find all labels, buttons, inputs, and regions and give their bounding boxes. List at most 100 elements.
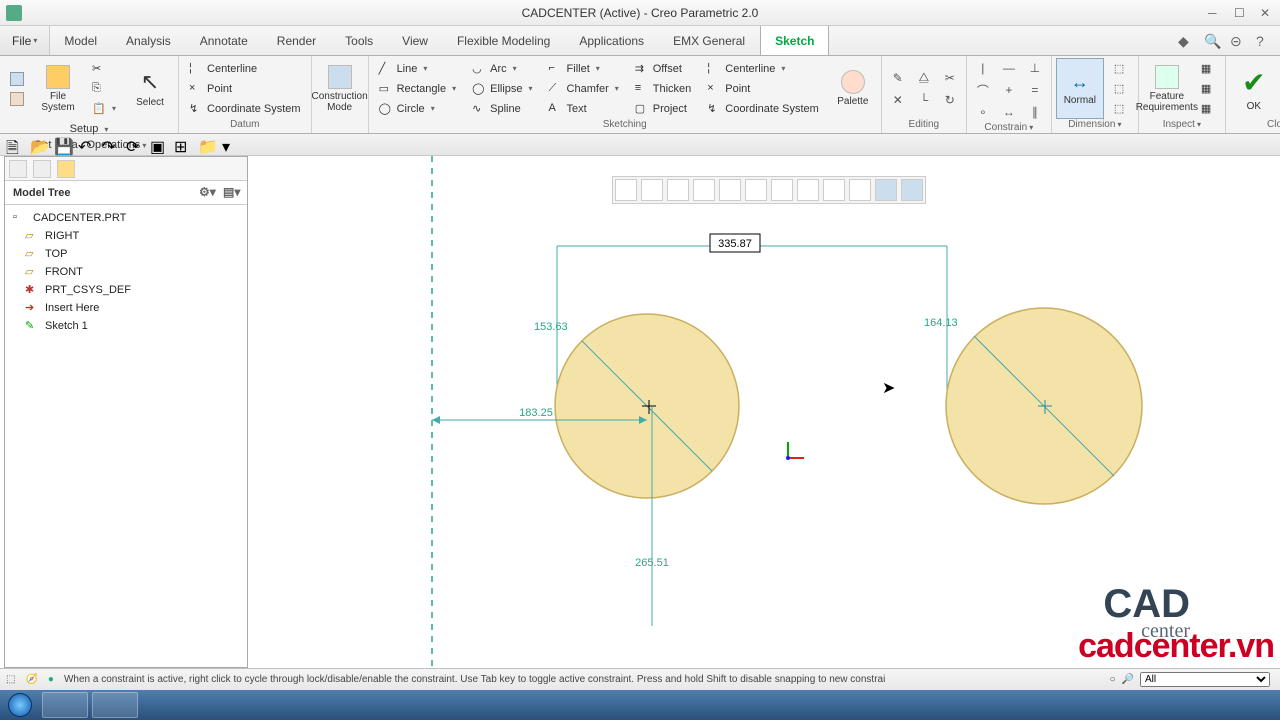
- arc-tool[interactable]: ◡Arc: [466, 59, 538, 79]
- paste-button[interactable]: 📋: [86, 99, 122, 119]
- sketch-point-tool[interactable]: ×Point: [701, 79, 825, 99]
- thicken-tool[interactable]: ≡Thicken: [629, 79, 698, 99]
- folder-icon[interactable]: 📁: [198, 137, 214, 153]
- repaint-icon[interactable]: [693, 179, 715, 201]
- file-system-button[interactable]: File System: [34, 58, 82, 119]
- task-creo[interactable]: [92, 692, 138, 718]
- tab-applications[interactable]: Applications: [565, 26, 659, 55]
- tab-flexible-modeling[interactable]: Flexible Modeling: [443, 26, 565, 55]
- tab-model[interactable]: Model: [50, 26, 112, 55]
- sketch-coord-tool[interactable]: ↯Coordinate System: [701, 99, 825, 119]
- chamfer-tool[interactable]: ⟋Chamfer: [543, 79, 625, 99]
- search-icon[interactable]: 🔍: [1204, 33, 1220, 49]
- tree-display-icon[interactable]: ▤▾: [223, 185, 239, 201]
- spline-tool[interactable]: ∿Spline: [466, 99, 538, 119]
- symmetric-constraint[interactable]: ↔: [997, 102, 1021, 122]
- tree-item-front[interactable]: ▱FRONT: [11, 263, 241, 281]
- zoom-fit-icon[interactable]: [615, 179, 637, 201]
- zoom-out-icon[interactable]: [667, 179, 689, 201]
- tree-item-insert[interactable]: ➔Insert Here: [11, 299, 241, 317]
- close-button[interactable]: ✕: [1260, 6, 1274, 20]
- dimension-label[interactable]: Dimension: [1056, 119, 1134, 133]
- vertical-constraint[interactable]: |: [971, 58, 995, 78]
- divide-tool[interactable]: ✂: [938, 68, 962, 88]
- overlap-tool[interactable]: ▦: [1195, 59, 1221, 79]
- tab-analysis[interactable]: Analysis: [112, 26, 186, 55]
- status-find-icon[interactable]: 🔎: [1122, 674, 1134, 685]
- parallel-constraint[interactable]: ∥: [1023, 102, 1047, 122]
- regen-icon[interactable]: ⟳: [126, 137, 142, 153]
- tab-tools[interactable]: Tools: [331, 26, 388, 55]
- ellipse-tool[interactable]: ◯Ellipse: [466, 79, 538, 99]
- tree-root[interactable]: ▫CADCENTER.PRT: [11, 209, 241, 227]
- tree-fav-icon[interactable]: [57, 160, 75, 178]
- help-icon[interactable]: ?: [1256, 33, 1272, 49]
- tab-view[interactable]: View: [388, 26, 443, 55]
- coincident-constraint[interactable]: ∘: [971, 102, 995, 122]
- text-tool[interactable]: AText: [543, 99, 625, 119]
- undo-icon[interactable]: ↶: [78, 137, 94, 153]
- zoom-in-icon[interactable]: [641, 179, 663, 201]
- tab-render[interactable]: Render: [263, 26, 331, 55]
- project-tool[interactable]: ▢Project: [629, 99, 698, 119]
- corner-tool[interactable]: └: [912, 90, 936, 110]
- rectangle-tool[interactable]: ▭Rectangle: [373, 79, 463, 99]
- shade-tool[interactable]: ▦: [1195, 99, 1221, 119]
- normal-dim-button[interactable]: ↔ Normal: [1056, 58, 1104, 119]
- grid-button[interactable]: [4, 69, 30, 89]
- perimeter-dim[interactable]: ⬚: [1108, 59, 1134, 79]
- tree-item-sketch1[interactable]: ✎Sketch 1: [11, 317, 241, 335]
- mirror-tool[interactable]: ⧋: [912, 68, 936, 88]
- tree-show-icon[interactable]: [9, 160, 27, 178]
- construction-mode-button[interactable]: Construction Mode: [316, 58, 364, 119]
- fillet-tool[interactable]: ⌐Fillet: [543, 59, 625, 79]
- open-icon[interactable]: 📂: [30, 137, 46, 153]
- palette-button[interactable]: Palette: [829, 58, 877, 119]
- maximize-button[interactable]: ☐: [1234, 6, 1248, 20]
- select-button[interactable]: ↖ Select: [126, 58, 174, 119]
- datum-centerline-button[interactable]: ¦Centerline: [183, 59, 307, 79]
- feature-req-button[interactable]: Feature Requirements: [1143, 58, 1191, 119]
- sketch-centerline-tool[interactable]: ¦Centerline: [701, 59, 825, 79]
- selection-filter[interactable]: All: [1140, 672, 1270, 687]
- start-button[interactable]: [0, 690, 40, 720]
- datum-coord-button[interactable]: ↯Coordinate System: [183, 99, 307, 119]
- constrain-label[interactable]: Constrain: [971, 122, 1047, 133]
- tangent-constraint[interactable]: ⌒: [971, 80, 995, 100]
- ref-dim[interactable]: ⬚: [1108, 99, 1134, 119]
- tree-settings-icon[interactable]: ⚙▾: [199, 185, 215, 201]
- redo-icon[interactable]: ↷: [102, 137, 118, 153]
- more-icon[interactable]: ▾: [222, 137, 238, 153]
- line-tool[interactable]: ╱Line: [373, 59, 463, 79]
- tree-layers-icon[interactable]: [33, 160, 51, 178]
- tree-item-csys[interactable]: ✱PRT_CSYS_DEF: [11, 281, 241, 299]
- sketcher-disp2-icon[interactable]: [901, 179, 923, 201]
- baseline-dim[interactable]: ⬚: [1108, 79, 1134, 99]
- highlight-tool[interactable]: ▦: [1195, 79, 1221, 99]
- ok-button[interactable]: ✔ OK: [1230, 58, 1278, 119]
- saved-views-icon[interactable]: [745, 179, 767, 201]
- display-style-icon[interactable]: [719, 179, 741, 201]
- windows-icon[interactable]: ▣: [150, 137, 166, 153]
- view-mgr-icon[interactable]: [771, 179, 793, 201]
- rotate-tool[interactable]: ↻: [938, 90, 962, 110]
- tab-emx-general[interactable]: EMX General: [659, 26, 760, 55]
- options-icon[interactable]: ⊝: [1230, 33, 1246, 49]
- modify-tool[interactable]: ✎: [886, 68, 910, 88]
- tab-sketch[interactable]: Sketch: [760, 26, 829, 55]
- close-win-icon[interactable]: ⊞: [174, 137, 190, 153]
- inspect-label[interactable]: Inspect: [1143, 119, 1221, 133]
- task-explorer[interactable]: [42, 692, 88, 718]
- copy-button[interactable]: ⎘: [86, 79, 122, 99]
- tab-annotate[interactable]: Annotate: [186, 26, 263, 55]
- offset-tool[interactable]: ⇉Offset: [629, 59, 698, 79]
- perpendicular-constraint[interactable]: ⊥: [1023, 58, 1047, 78]
- explode-icon[interactable]: ◆: [1178, 33, 1194, 49]
- spin-center-icon[interactable]: [849, 179, 871, 201]
- equal-constraint[interactable]: =: [1023, 80, 1047, 100]
- minimize-button[interactable]: ─: [1208, 6, 1222, 20]
- annot-disp-icon[interactable]: [823, 179, 845, 201]
- file-menu[interactable]: File: [0, 26, 50, 55]
- tree-item-right[interactable]: ▱RIGHT: [11, 227, 241, 245]
- save-icon[interactable]: 💾: [54, 137, 70, 153]
